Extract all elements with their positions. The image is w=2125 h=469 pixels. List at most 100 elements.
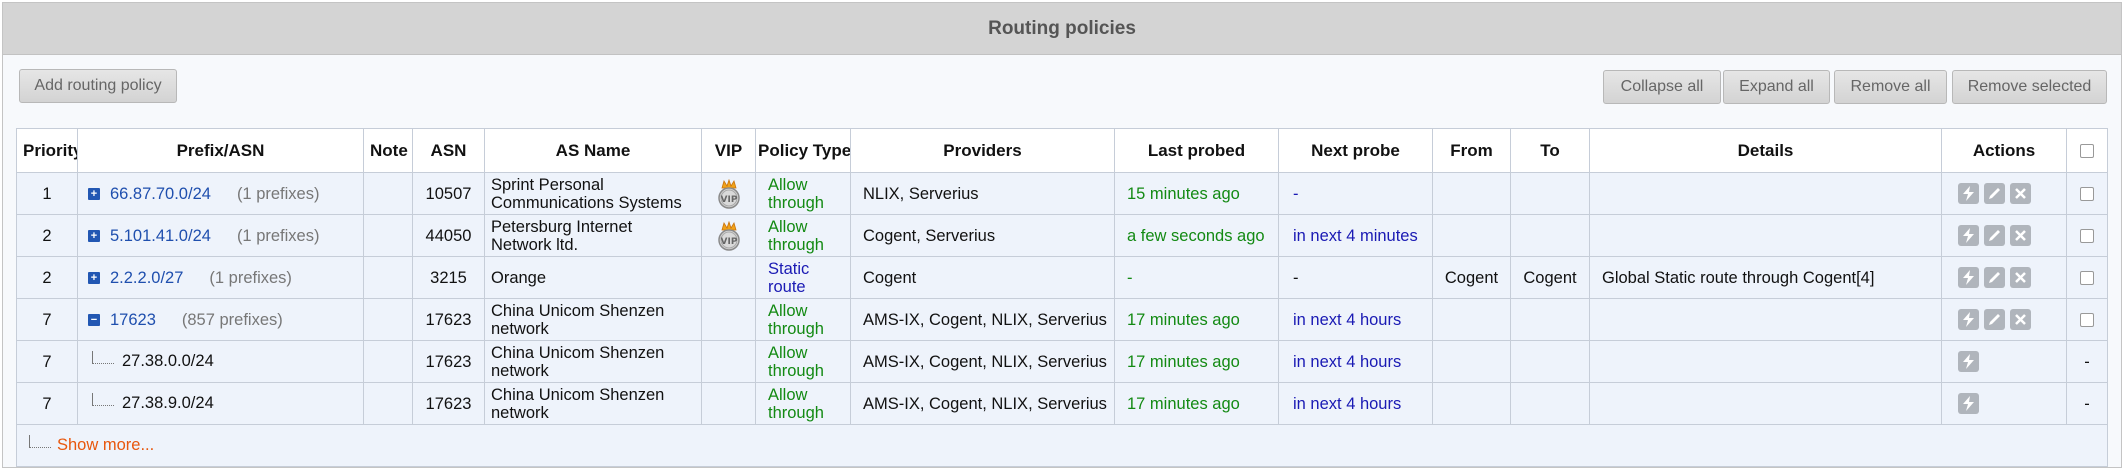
row-checkbox[interactable] bbox=[2080, 271, 2094, 286]
row-checkbox[interactable] bbox=[2080, 313, 2094, 328]
cell-select[interactable] bbox=[2066, 172, 2108, 215]
cell-vip bbox=[701, 298, 756, 341]
cell-actions bbox=[1941, 172, 2067, 215]
cell-vip bbox=[701, 382, 756, 425]
cell-as-name: China Unicom Shenzen network bbox=[484, 340, 702, 383]
cell-details bbox=[1589, 340, 1942, 383]
col-details[interactable]: Details bbox=[1589, 128, 1942, 173]
cell-asn: 44050 bbox=[412, 214, 485, 257]
col-prefix-asn[interactable]: Prefix/ASN bbox=[77, 128, 364, 173]
col-priority[interactable]: Priority bbox=[16, 128, 78, 173]
prefix-link[interactable]: 5.101.41.0/24 bbox=[110, 227, 211, 245]
pencil-icon[interactable] bbox=[1984, 309, 2005, 330]
lightning-icon[interactable] bbox=[1958, 183, 1979, 204]
prefix-count: (1 prefixes) bbox=[236, 184, 320, 203]
plus-square-icon[interactable]: + bbox=[88, 230, 100, 243]
lightning-icon[interactable] bbox=[1958, 225, 1979, 246]
cell-actions bbox=[1941, 340, 2067, 383]
cell-from bbox=[1432, 298, 1511, 341]
cell-last-probed: 17 minutes ago bbox=[1114, 382, 1279, 425]
plus-square-icon[interactable]: + bbox=[88, 272, 100, 285]
prefix-count: (1 prefixes) bbox=[209, 268, 292, 287]
cell-priority: 2 bbox=[16, 256, 78, 299]
close-x-icon[interactable] bbox=[2010, 267, 2031, 288]
cell-as-name: Petersburg Internet Network ltd. bbox=[484, 214, 702, 257]
remove-selected-button[interactable]: Remove selected bbox=[1952, 70, 2107, 104]
cell-providers: AMS-IX, Cogent, NLIX, Serverius bbox=[850, 382, 1115, 425]
collapse-all-button[interactable]: Collapse all bbox=[1603, 70, 1721, 104]
show-more-link[interactable]: Show more... bbox=[57, 436, 154, 454]
lightning-icon[interactable] bbox=[1958, 309, 1979, 330]
col-note[interactable]: Note bbox=[363, 128, 413, 173]
row-checkbox[interactable] bbox=[2080, 229, 2094, 244]
col-asn[interactable]: ASN bbox=[412, 128, 485, 173]
add-routing-policy-button[interactable]: Add routing policy bbox=[19, 69, 177, 103]
cell-providers: Cogent bbox=[850, 256, 1115, 299]
lightning-icon[interactable] bbox=[1958, 351, 1979, 372]
tree-connector-icon bbox=[90, 392, 116, 413]
cell-next-probe: in next 4 hours bbox=[1278, 382, 1433, 425]
pencil-icon[interactable] bbox=[1984, 183, 2005, 204]
cell-prefix: +66.87.70.0/24 (1 prefixes) bbox=[77, 172, 364, 215]
close-x-icon[interactable] bbox=[2010, 309, 2031, 330]
prefix-link[interactable]: 17623 bbox=[110, 311, 156, 329]
plus-square-icon[interactable]: + bbox=[88, 188, 100, 201]
close-x-icon[interactable] bbox=[2010, 183, 2031, 204]
cell-to bbox=[1510, 172, 1590, 215]
cell-last-probed: 15 minutes ago bbox=[1114, 172, 1279, 215]
col-to[interactable]: To bbox=[1510, 128, 1590, 173]
show-more-row: Show more... bbox=[16, 424, 2108, 467]
cell-actions bbox=[1941, 382, 2067, 425]
cell-priority: 7 bbox=[16, 298, 78, 341]
select-all-checkbox-cell[interactable] bbox=[2066, 128, 2108, 173]
cell-select[interactable] bbox=[2066, 214, 2108, 257]
lightning-icon[interactable] bbox=[1958, 393, 1979, 414]
cell-last-probed: 17 minutes ago bbox=[1114, 298, 1279, 341]
table-header-row: Priority Prefix/ASN Note ASN AS Name VIP… bbox=[16, 128, 2108, 173]
cell-next-probe: - bbox=[1278, 256, 1433, 299]
col-from[interactable]: From bbox=[1432, 128, 1511, 173]
prefix-count: (1 prefixes) bbox=[236, 226, 320, 245]
select-all-checkbox[interactable] bbox=[2080, 144, 2094, 159]
cell-next-probe: in next 4 hours bbox=[1278, 340, 1433, 383]
cell-vip bbox=[701, 256, 756, 299]
cell-from bbox=[1432, 172, 1511, 215]
minus-square-icon[interactable]: − bbox=[88, 314, 100, 327]
prefix-count: (857 prefixes) bbox=[181, 310, 283, 329]
cell-next-probe: in next 4 minutes bbox=[1278, 214, 1433, 257]
col-last-probed[interactable]: Last probed bbox=[1114, 128, 1279, 173]
lightning-icon[interactable] bbox=[1958, 267, 1979, 288]
crown-vip-badge-icon: VIP bbox=[717, 220, 740, 251]
row-checkbox[interactable] bbox=[2080, 187, 2094, 202]
cell-policy-type: Allow through bbox=[755, 214, 851, 257]
col-providers[interactable]: Providers bbox=[850, 128, 1115, 173]
cell-select[interactable] bbox=[2066, 256, 2108, 299]
cell-policy-type: Allow through bbox=[755, 382, 851, 425]
close-x-icon[interactable] bbox=[2010, 225, 2031, 246]
cell-providers: AMS-IX, Cogent, NLIX, Serverius bbox=[850, 340, 1115, 383]
col-as-name[interactable]: AS Name bbox=[484, 128, 702, 173]
col-policy-type[interactable]: Policy Type bbox=[755, 128, 851, 173]
pencil-icon[interactable] bbox=[1984, 267, 2005, 288]
prefix-link[interactable]: 66.87.70.0/24 bbox=[110, 185, 211, 203]
cell-prefix: +2.2.2.0/27 (1 prefixes) bbox=[77, 256, 364, 299]
cell-select-placeholder: - bbox=[2066, 340, 2108, 383]
cell-providers: AMS-IX, Cogent, NLIX, Serverius bbox=[850, 298, 1115, 341]
remove-all-button[interactable]: Remove all bbox=[1834, 70, 1947, 104]
cell-policy-type: Static route bbox=[755, 256, 851, 299]
table-row: 7 27.38.9.0/24 17623 China Unicom Shenze… bbox=[16, 382, 2108, 425]
col-vip[interactable]: VIP bbox=[701, 128, 756, 173]
prefix-link[interactable]: 2.2.2.0/27 bbox=[110, 269, 183, 287]
table-row: 2 +2.2.2.0/27 (1 prefixes) 3215 Orange St… bbox=[16, 256, 2108, 299]
cell-as-name: China Unicom Shenzen network bbox=[484, 298, 702, 341]
expand-all-button[interactable]: Expand all bbox=[1723, 70, 1830, 104]
panel-title: Routing policies bbox=[988, 17, 1136, 39]
panel-header: Routing policies bbox=[3, 3, 2121, 55]
cell-prefix: +5.101.41.0/24 (1 prefixes) bbox=[77, 214, 364, 257]
col-next-probe[interactable]: Next probe bbox=[1278, 128, 1433, 173]
cell-prefix: 27.38.0.0/24 bbox=[77, 340, 364, 383]
cell-note bbox=[363, 298, 413, 341]
cell-select[interactable] bbox=[2066, 298, 2108, 341]
cell-actions bbox=[1941, 214, 2067, 257]
pencil-icon[interactable] bbox=[1984, 225, 2005, 246]
